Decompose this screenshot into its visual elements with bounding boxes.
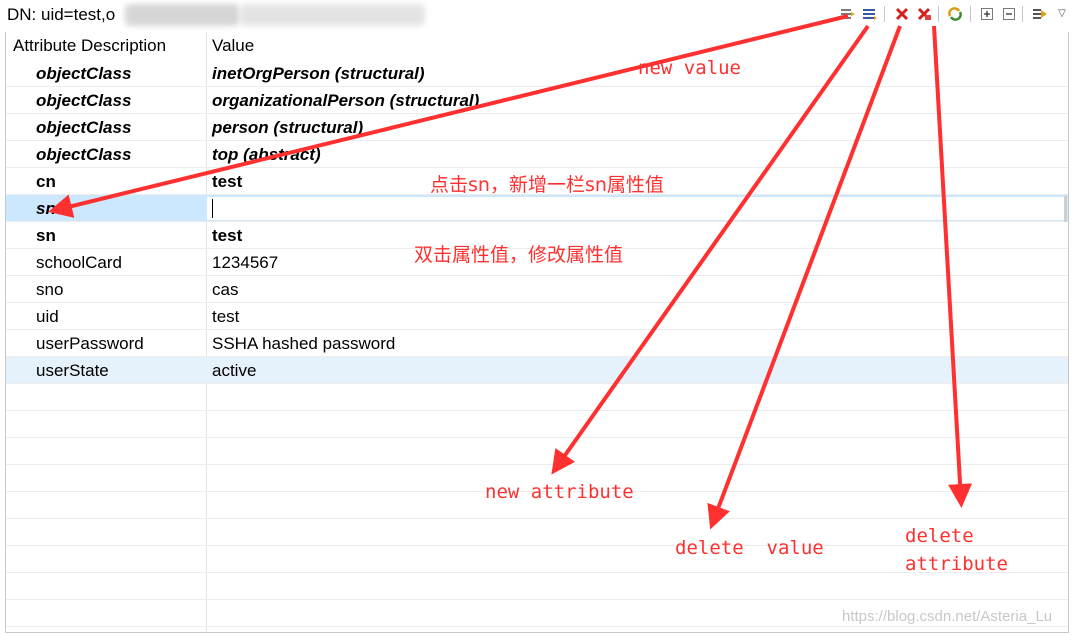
annotation-delete-value: delete value: [675, 537, 824, 559]
arrow-delete-value: [707, 25, 902, 530]
annotation-delete-attribute-line1: delete: [905, 525, 974, 547]
annotation-delete-attribute-line2: attribute: [905, 553, 1008, 575]
arrow-delete-attribute: [932, 25, 973, 508]
watermark: https://blog.csdn.net/Asteria_Lu: [842, 608, 1053, 625]
annotation-new-attribute: new attribute: [485, 481, 634, 503]
annotation-click-sn: 点击sn，新增一栏sn属性值: [430, 174, 664, 196]
annotation-new-value: new value: [638, 57, 741, 79]
annotation-double-click: 双击属性值，修改属性值: [414, 244, 624, 266]
